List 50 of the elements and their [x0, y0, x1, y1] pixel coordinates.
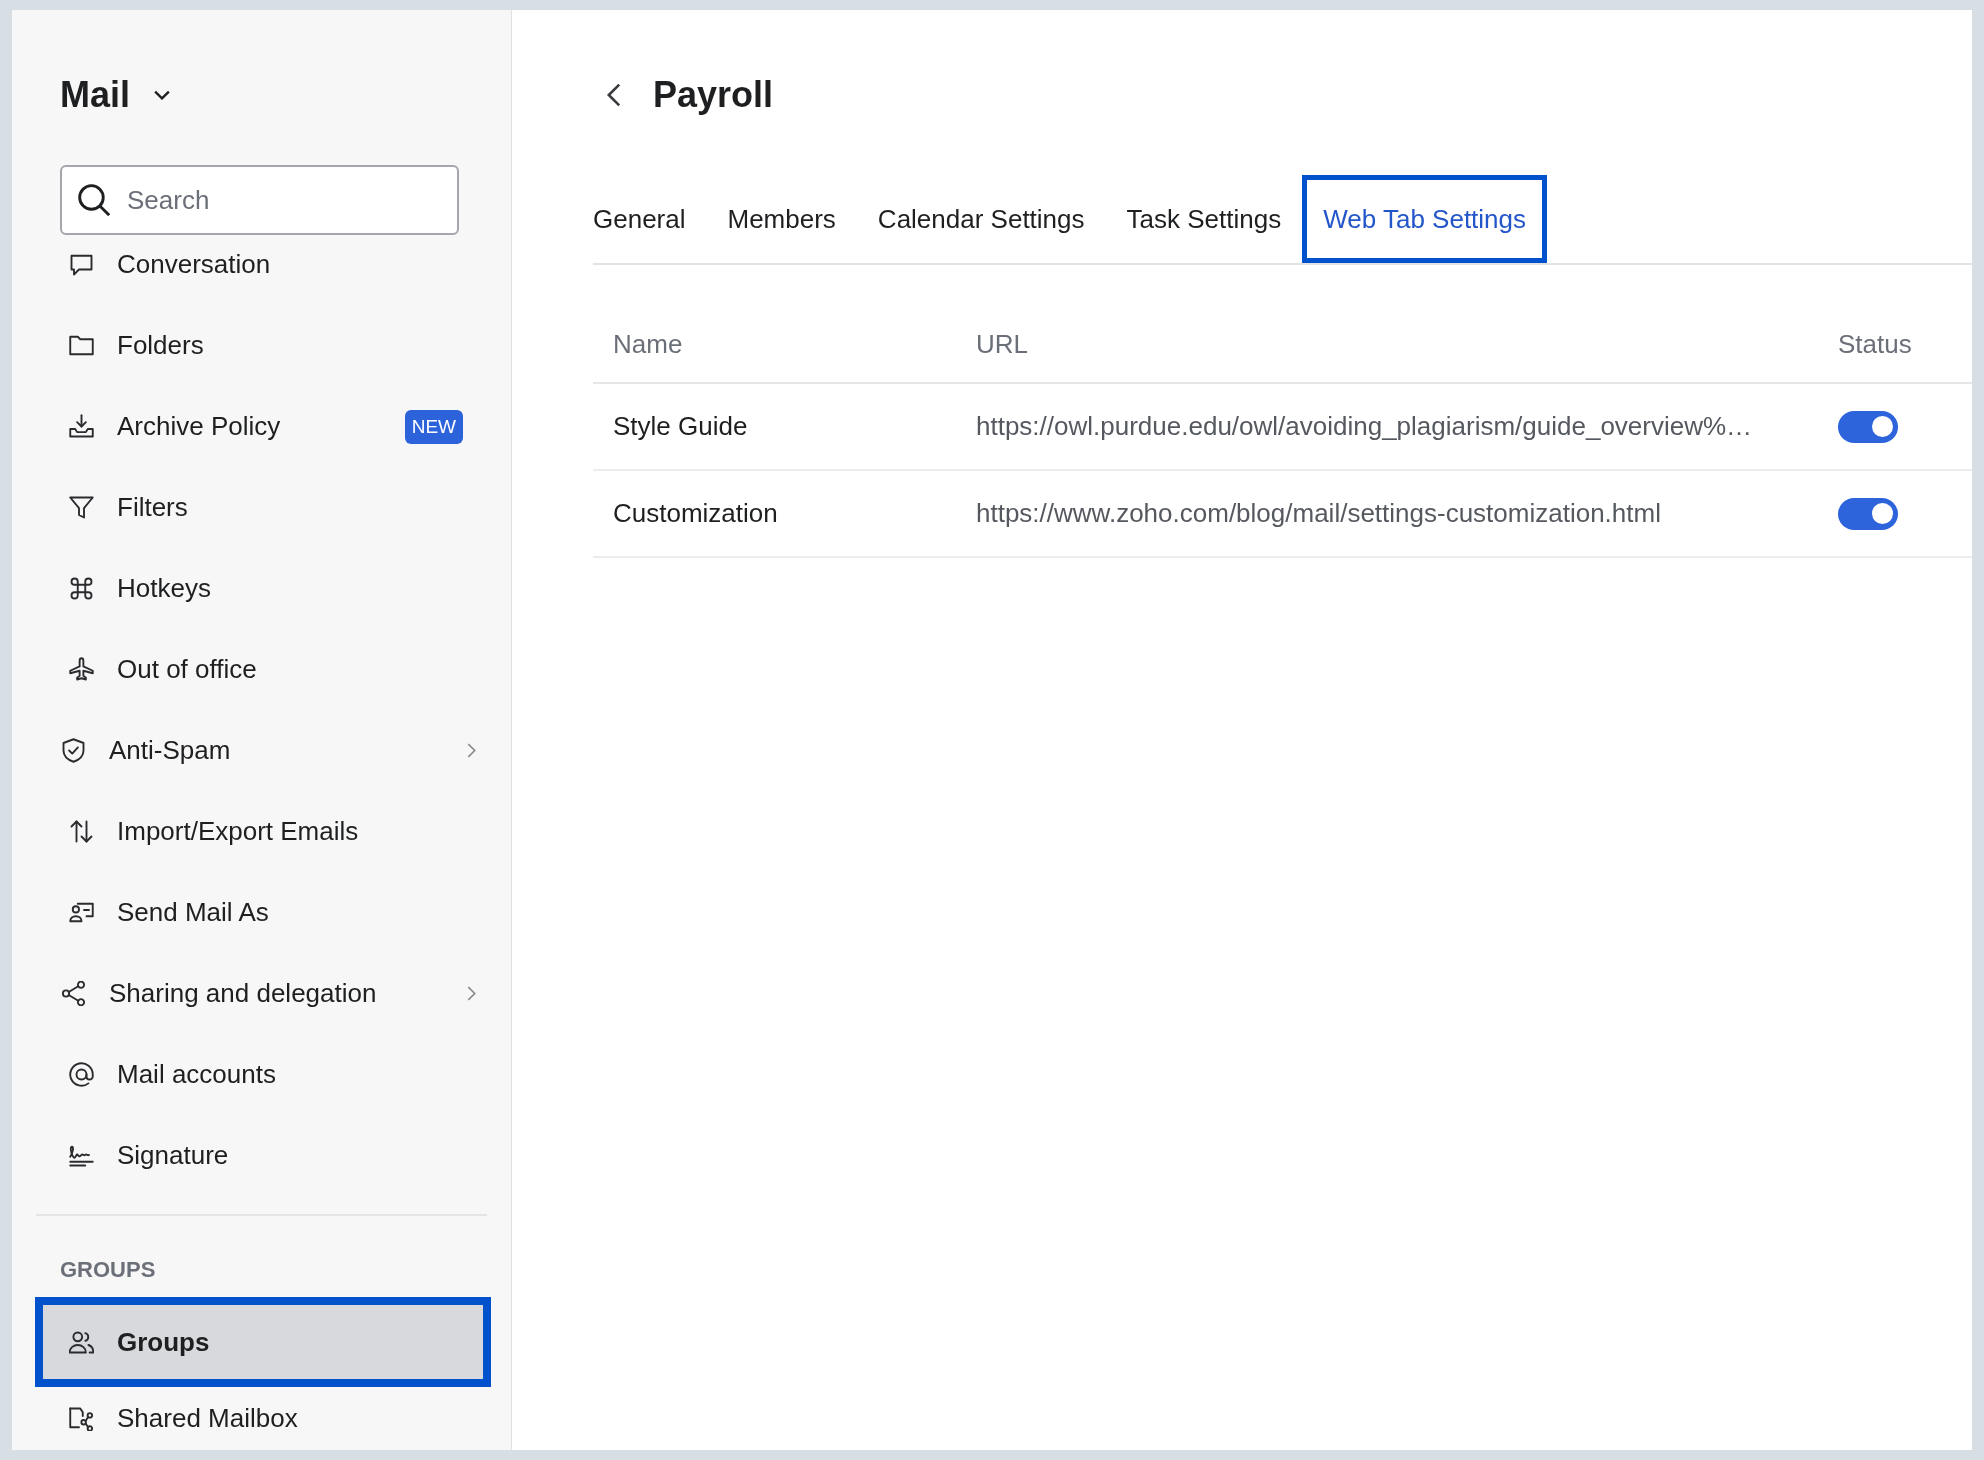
column-header: Status — [1838, 328, 1913, 360]
sidebar-item[interactable]: Conversation — [35, 240, 491, 305]
status-toggle[interactable] — [1838, 410, 1898, 443]
people-icon — [69, 1329, 94, 1355]
sidebar-item[interactable]: Archive Policy NEW — [35, 386, 491, 467]
section-heading: GROUPS — [60, 1256, 156, 1284]
table-cell-text: https://www.zoho.com/blog/mail/settings-customization.html — [976, 498, 1662, 529]
airplane-icon — [69, 657, 94, 682]
chevron-down-icon — [154, 90, 170, 100]
tab[interactable]: Web Tab Settings — [1302, 175, 1548, 263]
status-toggle[interactable] — [1838, 497, 1898, 530]
command-key-icon — [69, 576, 94, 601]
table-cell-text: https://owl.purdue.edu/owl/avoiding_plagiarism/guide_overview%… — [976, 411, 1754, 442]
sidebar-item[interactable]: Shared Mailbox — [35, 1387, 491, 1450]
sidebar-item[interactable]: Send Mail As — [35, 872, 491, 953]
sidebar-item[interactable]: Groups — [35, 1297, 491, 1387]
tab[interactable]: Calendar Settings — [856, 175, 1106, 263]
tray-arrow-icon — [69, 414, 94, 439]
folder-icon — [69, 333, 94, 358]
sidebar-item[interactable]: Anti-Spam — [35, 710, 491, 791]
filter-icon — [69, 495, 94, 520]
column-header: URL — [976, 328, 1029, 360]
sidebar-item[interactable]: Folders — [35, 305, 491, 386]
shield-check-icon — [61, 738, 86, 763]
table-cell-text: Style Guide — [613, 411, 749, 442]
folder-share-icon — [69, 1406, 94, 1431]
sidebar-item[interactable]: Sharing and delegation — [35, 953, 491, 1034]
at-sign-icon — [69, 1062, 94, 1087]
column-header: Name — [613, 328, 684, 360]
sidebar-item[interactable]: Import/Export Emails — [35, 791, 491, 872]
sidebar-item[interactable]: Hotkeys — [35, 548, 491, 629]
share-icon — [61, 981, 86, 1006]
sidebar-item[interactable]: Mail accounts — [35, 1034, 491, 1115]
tab[interactable]: Members — [706, 175, 857, 263]
tab[interactable]: Task Settings — [1105, 175, 1303, 263]
contact-card-icon — [69, 900, 94, 925]
table-cell-text: Customization — [613, 498, 779, 529]
sidebar-item[interactable]: Filters — [35, 467, 491, 548]
search-icon — [78, 184, 110, 216]
badge: NEW — [404, 409, 463, 444]
chevron-left-icon[interactable] — [606, 82, 622, 108]
mail-dropdown[interactable]: Mail — [60, 65, 170, 125]
tab[interactable]: General — [572, 175, 707, 263]
sidebar-item[interactable]: Out of office — [35, 629, 491, 710]
chat-bubble-icon — [69, 252, 94, 277]
sidebar-item[interactable]: Signature — [35, 1115, 491, 1196]
page-title: Payroll — [653, 73, 774, 117]
search-field[interactable]: Search — [60, 165, 459, 235]
up-down-arrows-icon — [69, 819, 94, 844]
signature-icon — [69, 1143, 94, 1168]
